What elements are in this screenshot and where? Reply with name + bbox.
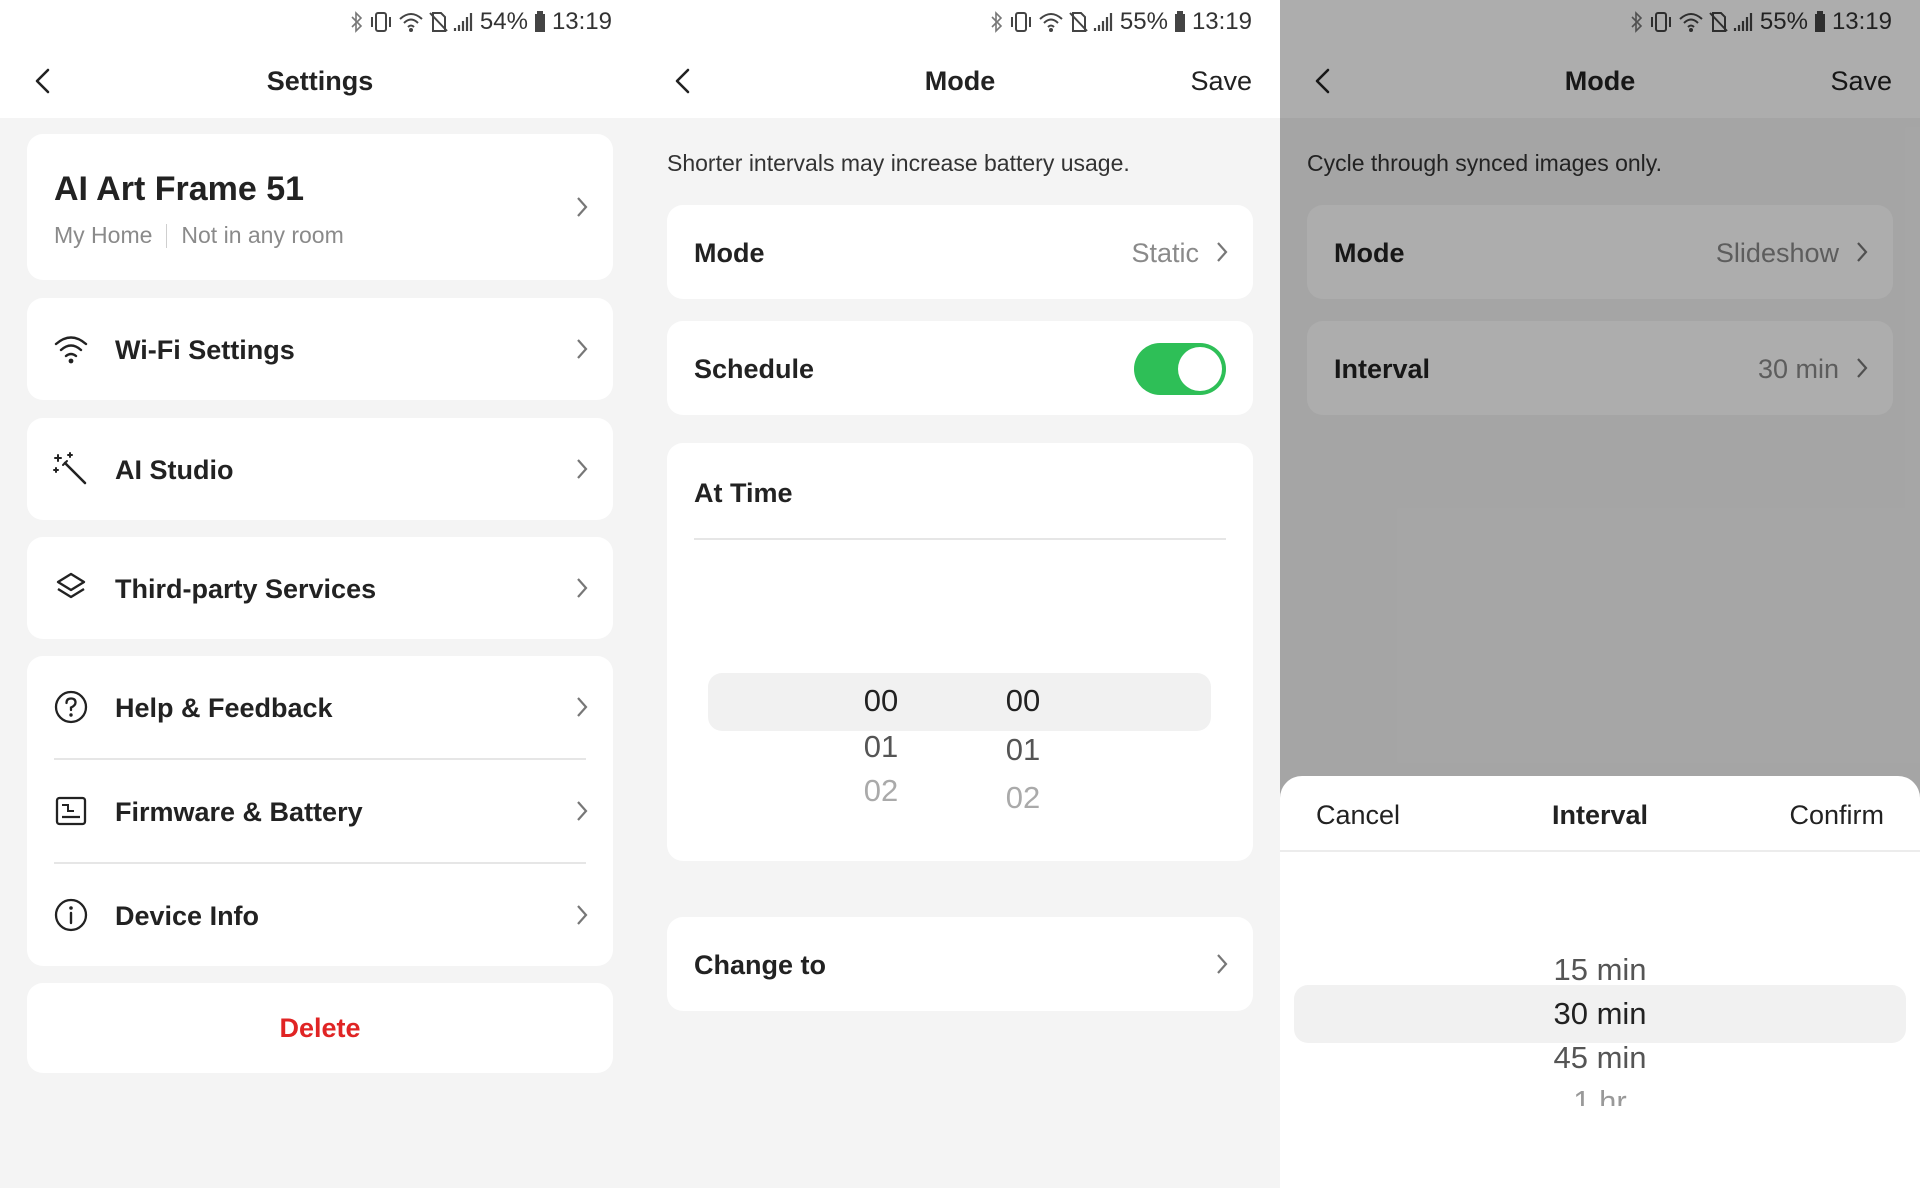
battery-icon (534, 11, 545, 32)
hour-option[interactable]: 01 (841, 729, 921, 765)
at-time-card: At Time 00 01 02 00 01 02 (667, 443, 1253, 861)
minute-option[interactable]: 00 (983, 683, 1063, 719)
menu-label: AI Studio (115, 455, 234, 485)
wifi-status-icon (399, 13, 423, 32)
no-sim-icon (1069, 12, 1088, 32)
device-home: My Home (54, 222, 153, 248)
signal-icon (1093, 13, 1112, 31)
battery-percent: 55% (1119, 8, 1168, 35)
menu-item-third-party-services[interactable]: Third-party Services (27, 537, 613, 639)
magic-wand-icon (53, 452, 87, 485)
menu-label: Firmware & Battery (115, 797, 363, 827)
device-location: My Home Not in any room (54, 222, 344, 249)
picker-selection-band (708, 673, 1211, 731)
interval-option-selected[interactable]: 30 min (1280, 996, 1920, 1032)
chevron-right-icon (577, 197, 588, 217)
menu-label: Wi-Fi Settings (115, 335, 295, 365)
menu-item-wifi-settings[interactable]: Wi-Fi Settings (27, 298, 613, 400)
chevron-right-icon (1217, 242, 1228, 262)
settings-screen: 54% 13:19 Settings AI Art Frame 51 My Ho… (0, 0, 640, 1188)
chevron-right-icon (577, 801, 588, 821)
interval-option-clip: 1 hr (1280, 1084, 1920, 1106)
clock: 13:19 (551, 8, 612, 35)
page-title: Mode (924, 66, 996, 96)
chevron-right-icon (577, 339, 588, 359)
chevron-right-icon (577, 905, 588, 925)
menu-label: Help & Feedback (115, 693, 333, 723)
schedule-row: Schedule (667, 321, 1253, 415)
page-title: Settings (266, 66, 374, 96)
support-menu-card: Help & Feedback Firmware & Battery Devic… (27, 656, 613, 966)
firmware-icon (55, 796, 87, 826)
clock: 13:19 (1191, 8, 1252, 35)
hint-text: Shorter intervals may increase battery u… (667, 150, 1130, 176)
mode-slideshow-screen: 55% 13:19 Mode Save Cycle through synced… (1280, 0, 1920, 1188)
mode-value: Static (1131, 238, 1199, 268)
signal-icon (453, 13, 472, 31)
status-bar: 54% 13:19 (0, 0, 640, 44)
bluetooth-icon (991, 11, 1003, 33)
menu-item-firmware-battery[interactable]: Firmware & Battery (27, 760, 613, 862)
status-icons (990, 11, 1114, 33)
device-card[interactable]: AI Art Frame 51 My Home Not in any room (27, 134, 613, 280)
save-button[interactable]: Save (1190, 66, 1252, 97)
mode-label: Mode (694, 238, 765, 268)
layers-icon (56, 572, 86, 599)
device-name: AI Art Frame 51 (54, 170, 305, 208)
menu-item-help-feedback[interactable]: Help & Feedback (27, 656, 613, 758)
status-bar: 55% 13:19 (640, 0, 1280, 44)
sheet-header: Cancel Interval Confirm (1280, 776, 1920, 852)
help-circle-icon (54, 690, 88, 724)
chevron-right-icon (577, 697, 588, 717)
battery-percent: 54% (479, 8, 528, 35)
minute-option[interactable]: 01 (983, 732, 1063, 768)
interval-option[interactable]: 1 hr (1280, 1084, 1920, 1106)
device-room: Not in any room (181, 222, 344, 248)
toggle-knob (1178, 347, 1222, 391)
hour-option[interactable]: 02 (841, 773, 921, 809)
vibrate-icon (370, 12, 391, 32)
change-to-label: Change to (694, 950, 826, 980)
menu-label: Device Info (115, 901, 260, 931)
hour-option[interactable]: 00 (841, 683, 921, 719)
wifi-icon (54, 336, 88, 364)
mode-row[interactable]: Mode Static (667, 205, 1253, 299)
at-time-label: At Time (694, 478, 793, 508)
status-icons (350, 11, 474, 33)
delete-button[interactable]: Delete (27, 983, 613, 1073)
nav-bar: Settings (0, 44, 640, 118)
interval-option[interactable]: 15 min (1280, 952, 1920, 988)
delete-label: Delete (279, 1013, 361, 1043)
chevron-right-icon (577, 459, 588, 479)
battery-icon (1174, 11, 1185, 32)
menu-item-device-info[interactable]: Device Info (27, 864, 613, 966)
change-to-row[interactable]: Change to (667, 917, 1253, 1011)
info-icon (54, 898, 88, 932)
vibrate-icon (1010, 12, 1031, 32)
minute-option[interactable]: 02 (983, 780, 1063, 816)
confirm-button[interactable]: Confirm (1789, 800, 1884, 831)
schedule-toggle[interactable] (1134, 343, 1226, 395)
interval-option[interactable]: 45 min (1280, 1040, 1920, 1076)
menu-item-ai-studio[interactable]: AI Studio (27, 418, 613, 520)
nav-bar: Mode Save (640, 44, 1280, 118)
schedule-label: Schedule (694, 354, 815, 384)
no-sim-icon (429, 12, 448, 32)
wifi-status-icon (1039, 13, 1063, 32)
divider (694, 538, 1226, 540)
chevron-right-icon (577, 578, 588, 598)
interval-picker-sheet: Cancel Interval Confirm 15 min 30 min 45… (1280, 776, 1920, 1188)
mode-static-screen: 55% 13:19 Mode Save Shorter intervals ma… (640, 0, 1280, 1188)
menu-label: Third-party Services (115, 574, 377, 604)
bluetooth-icon (351, 11, 363, 33)
location-separator (166, 223, 168, 248)
chevron-right-icon (1217, 954, 1228, 974)
